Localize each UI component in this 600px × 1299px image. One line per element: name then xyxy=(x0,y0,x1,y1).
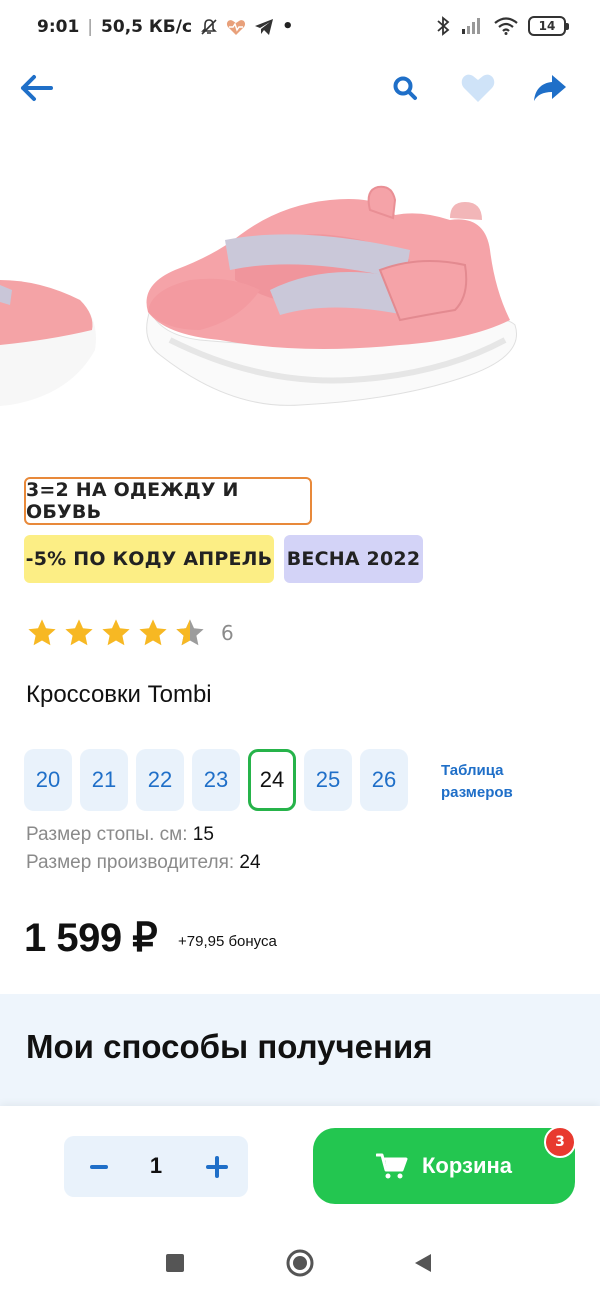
top-bar xyxy=(0,60,600,116)
size-option[interactable]: 22 xyxy=(136,749,184,811)
half-star-icon xyxy=(176,619,204,646)
delivery-title: Мои способы получения xyxy=(26,1028,433,1065)
status-time: 9:01 xyxy=(37,16,80,37)
plus-icon[interactable] xyxy=(200,1150,234,1184)
price: 1 599 ₽ xyxy=(24,916,158,960)
notification-dot: • xyxy=(282,16,294,37)
size-option-selected[interactable]: 24 xyxy=(248,749,296,811)
cart-icon xyxy=(376,1153,408,1179)
star-icon xyxy=(28,619,56,646)
mute-icon xyxy=(201,18,217,35)
status-separator: | xyxy=(87,16,94,37)
recent-apps-icon[interactable] xyxy=(160,1248,190,1278)
size-option[interactable]: 21 xyxy=(80,749,128,811)
add-to-cart-button[interactable]: Корзина xyxy=(313,1128,575,1204)
cart-button-label: Корзина xyxy=(422,1153,512,1178)
status-right: 14 xyxy=(436,16,569,36)
promo-badge-season[interactable]: ВЕСНА 2022 xyxy=(284,535,423,583)
foot-size-info: Размер стопы. см: 15 xyxy=(26,824,214,846)
status-bar: 9:01 | 50,5 КБ/с • 14 xyxy=(0,0,600,56)
heart-icon[interactable] xyxy=(458,70,498,106)
foot-size-value: 15 xyxy=(192,824,214,845)
status-left: 9:01 | 50,5 КБ/с • xyxy=(37,16,294,37)
back-arrow-icon[interactable] xyxy=(18,70,56,106)
rating[interactable]: 6 xyxy=(26,617,234,649)
product-image[interactable] xyxy=(0,140,600,450)
size-table-link-line1: Таблица xyxy=(441,762,504,779)
promo-badge-bundle[interactable]: 3=2 НА ОДЕЖДУ И ОБУВЬ xyxy=(24,477,312,525)
foot-size-label: Размер стопы. см: xyxy=(26,824,188,845)
battery-icon: 14 xyxy=(528,16,569,36)
star-icon xyxy=(139,619,167,646)
size-selector: 20 21 22 23 24 25 26 xyxy=(24,749,408,811)
telegram-icon xyxy=(255,18,274,35)
size-option[interactable]: 20 xyxy=(24,749,72,811)
size-table-link[interactable]: Таблица размеров xyxy=(441,760,513,804)
maker-size-info: Размер производителя: 24 xyxy=(26,852,261,874)
rating-count: 6 xyxy=(221,621,234,645)
back-icon[interactable] xyxy=(408,1248,438,1278)
maker-size-label: Размер производителя: xyxy=(26,852,235,873)
star-icon xyxy=(102,619,130,646)
wifi-icon xyxy=(494,17,518,35)
cart-count-badge: 3 xyxy=(544,1126,576,1158)
maker-size-value: 24 xyxy=(239,852,261,873)
product-title: Кроссовки Tombi xyxy=(26,681,212,708)
share-icon[interactable] xyxy=(530,70,570,106)
home-icon[interactable] xyxy=(285,1248,315,1278)
star-icon xyxy=(65,619,93,646)
bluetooth-icon xyxy=(437,16,450,36)
size-option[interactable]: 25 xyxy=(304,749,352,811)
cart-action-bar: 1 Корзина 3 xyxy=(0,1106,600,1226)
quantity-stepper: 1 xyxy=(64,1136,248,1197)
system-nav-bar xyxy=(0,1226,600,1299)
heart-rate-icon xyxy=(226,19,246,35)
promo-badge-discount[interactable]: -5% ПО КОДУ АПРЕЛЬ xyxy=(24,535,274,583)
size-table-link-line2: размеров xyxy=(441,784,513,801)
search-icon[interactable] xyxy=(388,70,422,106)
signal-icon xyxy=(462,18,480,34)
size-option[interactable]: 23 xyxy=(192,749,240,811)
bonus-points: +79,95 бонуса xyxy=(178,933,277,950)
size-option[interactable]: 26 xyxy=(360,749,408,811)
status-speed: 50,5 КБ/с xyxy=(101,16,193,37)
delivery-section: Мои способы получения xyxy=(0,994,600,1106)
